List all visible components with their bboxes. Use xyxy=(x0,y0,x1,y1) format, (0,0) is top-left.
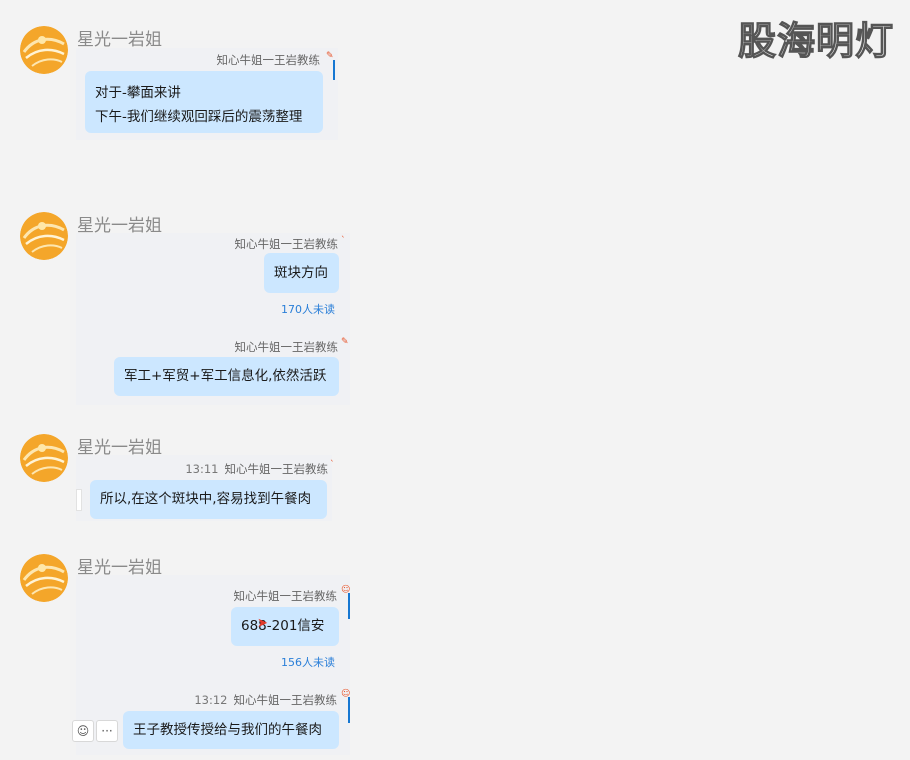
message-group: 星光一岩姐 13:11 知心牛姐一王岩教练 ` 所以,在这个斑块中,容易找到午餐肉 xyxy=(0,425,910,525)
message-line: 王子教授传授给与我们的午餐肉 xyxy=(133,722,322,738)
message-time: 13:12 xyxy=(194,693,228,707)
message-group: 星光一岩姐 知心牛姐一王岩教练 ✎ 对于-攀面来讲 下午-我们继续观回踩后的震荡… xyxy=(0,0,910,180)
selection-marker xyxy=(76,489,82,511)
smile-icon: ☺ xyxy=(76,724,90,738)
author-name: 知心牛姐一王岩教练 xyxy=(233,693,338,707)
message-line: 所以,在这个斑块中,容易找到午餐肉 xyxy=(100,491,312,507)
cursor-arrow-icon: ➤ xyxy=(257,616,268,631)
message-bubble[interactable]: 对于-攀面来讲 下午-我们继续观回踩后的震荡整理 xyxy=(85,71,323,133)
message-author: 13:12 知心牛姐一王岩教练 xyxy=(194,692,337,708)
author-name: 知心牛姐一王岩教练 xyxy=(224,462,329,476)
scroll-indicator xyxy=(348,593,350,619)
message-author: 知心牛姐一王岩教练 xyxy=(234,237,339,251)
message-author: 知心牛姐一王岩教练 xyxy=(233,589,338,603)
message-group: 星光一岩姐 知心牛姐一王岩教练 ☺ 688-201信安 ➤ 156人未读 13:… xyxy=(0,545,910,760)
message-line: 下午-我们继续观回踩后的震荡整理 xyxy=(95,109,303,125)
message-line: 对于-攀面来讲 xyxy=(95,85,181,101)
message-author: 13:11 知心牛姐一王岩教练 xyxy=(185,461,328,477)
avatar[interactable] xyxy=(20,212,68,260)
author-badge-icon: ` xyxy=(330,460,335,470)
more-icon: ··· xyxy=(101,724,113,738)
message-bubble[interactable]: 军工+军贸+军工信息化,依然活跃 xyxy=(114,357,339,396)
message-line: 军工+军贸+军工信息化,依然活跃 xyxy=(124,368,327,384)
avatar[interactable] xyxy=(20,434,68,482)
avatar[interactable] xyxy=(20,26,68,74)
message-bubble[interactable]: 斑块方向 xyxy=(264,253,339,293)
message-bubble[interactable]: 688-201信安 xyxy=(231,607,339,646)
avatar[interactable] xyxy=(20,554,68,602)
message-bubble[interactable]: 王子教授传授给与我们的午餐肉 xyxy=(123,711,339,749)
sender-name: 星光一岩姐 xyxy=(77,30,162,50)
message-author: 知心牛姐一王岩教练 xyxy=(234,340,339,354)
message-line: -201信安 xyxy=(266,618,325,634)
message-time: 13:11 xyxy=(185,462,219,476)
unread-count[interactable]: 156人未读 xyxy=(281,654,335,670)
scroll-indicator xyxy=(333,60,335,80)
message-toolbar: ☺ ··· xyxy=(72,720,118,742)
author-badge-icon: ` xyxy=(341,236,346,246)
emoji-reaction-button[interactable]: ☺ xyxy=(72,720,94,742)
scroll-indicator xyxy=(348,697,350,723)
message-author: 知心牛姐一王岩教练 xyxy=(216,53,321,67)
message-group: 星光一岩姐 知心牛姐一王岩教练 ` 斑块方向 170人未读 知心牛姐一王岩教练 … xyxy=(0,200,910,410)
unread-count[interactable]: 170人未读 xyxy=(281,301,335,317)
more-options-button[interactable]: ··· xyxy=(96,720,118,742)
message-bubble[interactable]: 所以,在这个斑块中,容易找到午餐肉 xyxy=(90,480,327,519)
message-line: 斑块方向 xyxy=(274,265,328,281)
author-badge-icon: ✎ xyxy=(341,337,349,347)
